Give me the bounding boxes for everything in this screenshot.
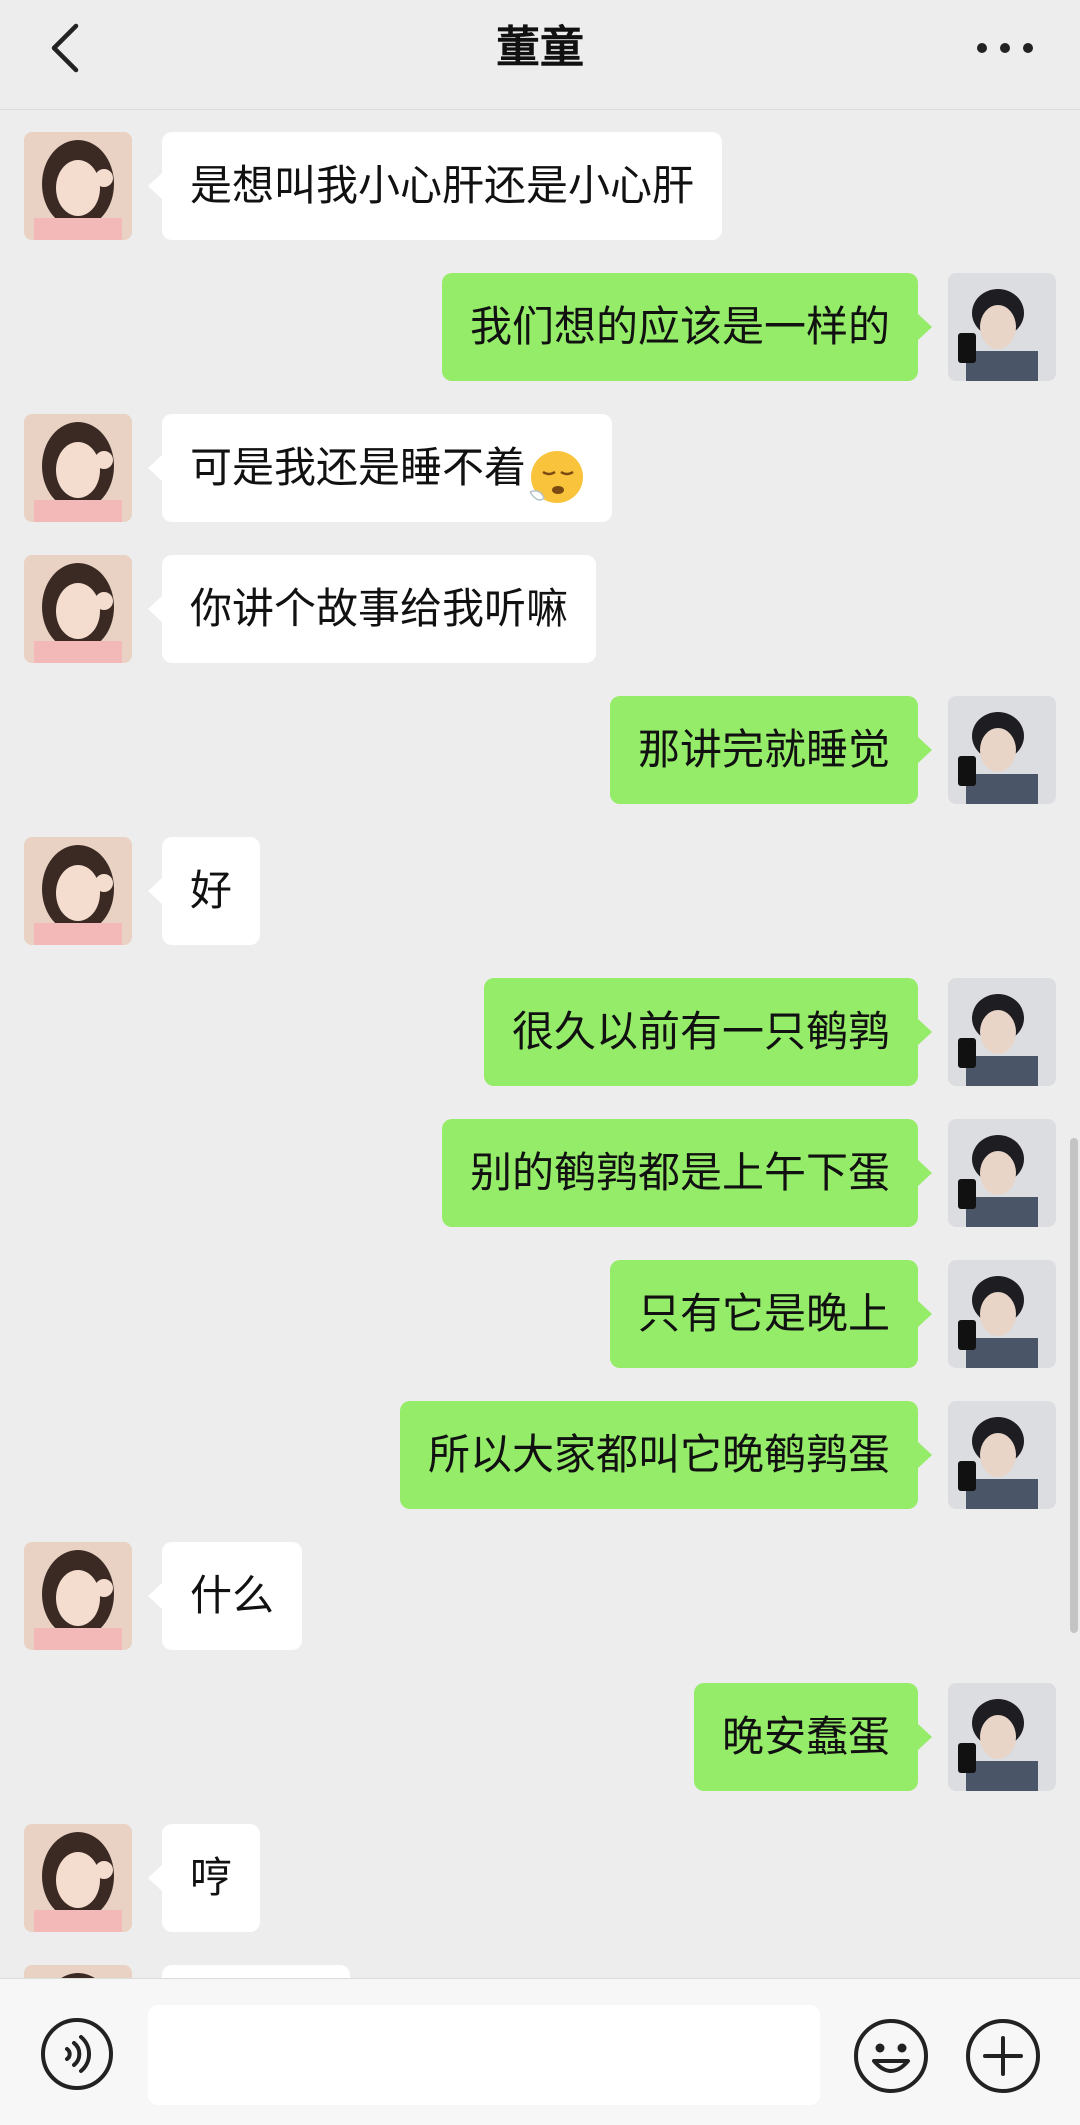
- message-text: 很久以前有一只鹌鹑: [511, 1007, 890, 1056]
- contact-avatar[interactable]: [24, 1965, 132, 1978]
- message-outgoing: 只有它是晚上: [0, 1260, 1080, 1368]
- message-bubble[interactable]: 哼: [147, 1824, 261, 1932]
- message-list[interactable]: 是想叫我小心肝还是小心肝 我们想的应该是一样的 可是我还是睡不着 你讲个故事给我…: [0, 110, 1080, 1978]
- scrollbar[interactable]: [1070, 1138, 1078, 1633]
- message-text: 哼: [190, 1853, 233, 1902]
- message-bubble[interactable]: 可是我还是睡不着: [147, 414, 613, 522]
- message-text: 只有它是晚上: [637, 1289, 890, 1338]
- smiley-icon: [854, 2019, 928, 2093]
- more-dots-icon: [977, 43, 1033, 53]
- message-text: 好: [190, 866, 233, 915]
- message-incoming: 什么: [0, 1542, 1080, 1650]
- message-incoming: 好: [0, 837, 1080, 945]
- message-outgoing: 晚安蠢蛋: [0, 1683, 1080, 1791]
- input-bar: [0, 1978, 1080, 2125]
- message-outgoing: 那讲完就睡觉: [0, 696, 1080, 804]
- chat-header: 董童: [0, 0, 1080, 110]
- message-outgoing: 别的鹌鹑都是上午下蛋: [0, 1119, 1080, 1227]
- my-avatar[interactable]: [948, 696, 1056, 804]
- contact-avatar[interactable]: [24, 1542, 132, 1650]
- message-text: 可是我还是睡不着: [190, 443, 527, 492]
- message-text: 所以大家都叫它晚鹌鹑蛋: [427, 1430, 890, 1479]
- my-avatar[interactable]: [948, 1683, 1056, 1791]
- message-text: 晚安蠢蛋: [721, 1712, 890, 1761]
- my-avatar[interactable]: [948, 1119, 1056, 1227]
- message-incoming: 你讲个故事给我听嘛: [0, 555, 1080, 663]
- message-outgoing: 我们想的应该是一样的: [0, 273, 1080, 381]
- contact-avatar[interactable]: [24, 132, 132, 240]
- message-text: 别的鹌鹑都是上午下蛋: [469, 1148, 890, 1197]
- voice-icon: [41, 2018, 113, 2090]
- message-bubble[interactable]: 那讲完就睡觉: [609, 696, 933, 804]
- plus-icon: [966, 2019, 1040, 2093]
- message-bubble[interactable]: 你讲个故事给我听嘛: [147, 555, 597, 663]
- message-incoming: 可是我还是睡不着: [0, 414, 1080, 522]
- message-outgoing: 所以大家都叫它晚鹌鹑蛋: [0, 1401, 1080, 1509]
- contact-avatar[interactable]: [24, 555, 132, 663]
- message-incoming: 哼: [0, 1824, 1080, 1932]
- voice-button[interactable]: [40, 2017, 114, 2091]
- message-bubble[interactable]: 好: [147, 837, 261, 945]
- contact-avatar[interactable]: [24, 837, 132, 945]
- message-text: 什么: [190, 1571, 275, 1620]
- message-bubble[interactable]: 什么: [147, 1542, 303, 1650]
- message-incoming: 是想叫我小心肝还是小心肝: [0, 132, 1080, 240]
- more-functions-button[interactable]: [964, 2017, 1042, 2095]
- message-bubble[interactable]: 我们想的应该是一样的: [441, 273, 933, 381]
- message-text: 你讲个故事给我听嘛: [190, 584, 569, 633]
- message-text: 我们想的应该是一样的: [469, 302, 890, 351]
- message-bubble[interactable]: 很久以前有一只鹌鹑: [483, 978, 933, 1086]
- my-avatar[interactable]: [948, 1401, 1056, 1509]
- message-input[interactable]: [148, 2005, 820, 2105]
- chat-title: 董童: [496, 22, 584, 73]
- my-avatar[interactable]: [948, 978, 1056, 1086]
- message-text: 那讲完就睡觉: [637, 725, 890, 774]
- message-incoming-partial: [0, 1965, 1080, 1978]
- emoji-button[interactable]: [852, 2017, 930, 2095]
- message-bubble[interactable]: 所以大家都叫它晚鹌鹑蛋: [399, 1401, 933, 1509]
- my-avatar[interactable]: [948, 273, 1056, 381]
- more-options-button[interactable]: [970, 18, 1040, 78]
- message-bubble[interactable]: [162, 1965, 350, 1978]
- contact-avatar[interactable]: [24, 1824, 132, 1932]
- message-bubble[interactable]: 是想叫我小心肝还是小心肝: [147, 132, 723, 240]
- message-text: 是想叫我小心肝还是小心肝: [190, 161, 695, 210]
- message-outgoing: 很久以前有一只鹌鹑: [0, 978, 1080, 1086]
- my-avatar[interactable]: [948, 1260, 1056, 1368]
- message-bubble[interactable]: 晚安蠢蛋: [693, 1683, 933, 1791]
- contact-avatar[interactable]: [24, 414, 132, 522]
- sleepy-face-emoji: [526, 438, 584, 503]
- message-bubble[interactable]: 只有它是晚上: [609, 1260, 933, 1368]
- message-bubble[interactable]: 别的鹌鹑都是上午下蛋: [441, 1119, 933, 1227]
